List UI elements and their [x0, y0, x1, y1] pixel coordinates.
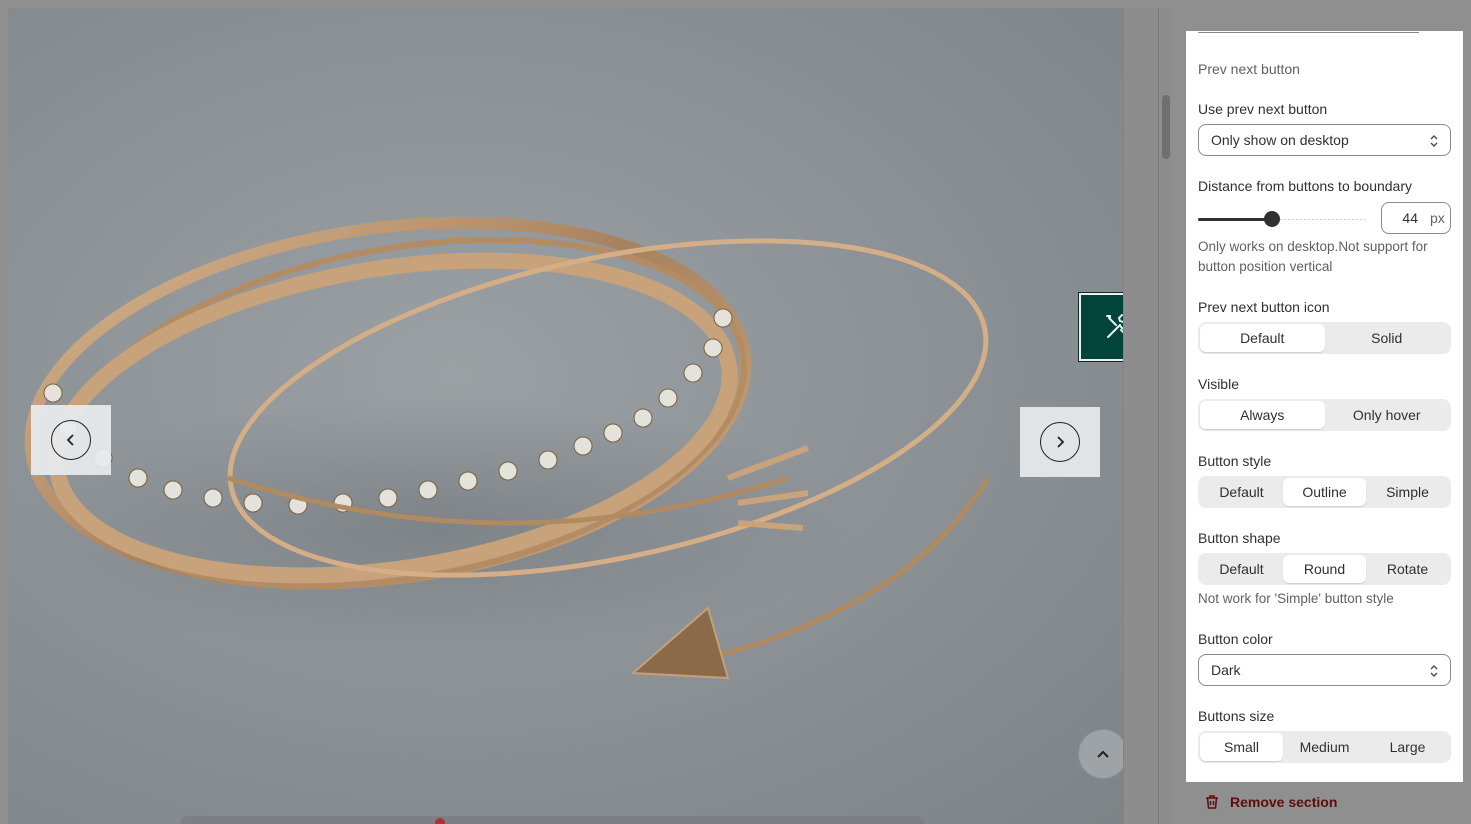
select-caret-icon	[1430, 665, 1438, 677]
section-heading: Prev next button	[1198, 61, 1300, 77]
style-option-outline[interactable]: Outline	[1283, 478, 1366, 506]
color-select[interactable]: Dark	[1198, 654, 1451, 686]
record-indicator	[435, 818, 445, 824]
use-prev-next-label: Use prev next button	[1198, 101, 1328, 117]
bracelet-product-image	[18, 216, 991, 680]
visible-label: Visible	[1198, 376, 1239, 392]
bottom-toolbar	[180, 816, 925, 824]
style-segmented-control: Default Outline Simple	[1198, 476, 1451, 508]
prev-slide-button[interactable]	[31, 405, 111, 475]
distance-hint: Only works on desktop.Not support for bu…	[1198, 239, 1428, 274]
shape-option-rotate[interactable]: Rotate	[1366, 555, 1449, 583]
shape-label: Button shape	[1198, 530, 1281, 546]
style-label: Button style	[1198, 453, 1272, 469]
preview-scrollbar[interactable]	[1123, 8, 1172, 824]
icon-option-default[interactable]: Default	[1200, 324, 1325, 352]
settings-panel: Prev next button Use prev next button On…	[1186, 31, 1463, 782]
chevron-right-icon	[1040, 422, 1080, 462]
color-value: Dark	[1211, 662, 1241, 678]
distance-unit: px	[1430, 210, 1445, 226]
divider	[1198, 32, 1419, 33]
size-option-large[interactable]: Large	[1366, 733, 1449, 761]
icon-segmented-control: Default Solid	[1198, 322, 1451, 354]
size-segmented-control: Small Medium Large	[1198, 731, 1451, 763]
size-option-medium[interactable]: Medium	[1283, 733, 1366, 761]
use-prev-next-value: Only show on desktop	[1211, 132, 1349, 148]
trash-icon	[1206, 795, 1218, 809]
select-caret-icon	[1430, 135, 1438, 147]
color-label: Button color	[1198, 631, 1273, 647]
shape-option-round[interactable]: Round	[1283, 555, 1366, 583]
image-slideshow-preview	[8, 8, 1123, 824]
size-option-small[interactable]: Small	[1200, 733, 1283, 761]
distance-slider[interactable]	[1198, 209, 1365, 229]
distance-label: Distance from buttons to boundary	[1198, 178, 1413, 194]
use-prev-next-select[interactable]: Only show on desktop	[1198, 124, 1451, 156]
icon-option-solid[interactable]: Solid	[1325, 324, 1450, 352]
visible-segmented-control: Always Only hover	[1198, 399, 1451, 431]
shape-segmented-control: Default Round Rotate	[1198, 553, 1451, 585]
size-label: Buttons size	[1198, 708, 1275, 724]
remove-section-label: Remove section	[1230, 794, 1338, 810]
slider-fill	[1198, 218, 1272, 221]
tools-button[interactable]	[1078, 292, 1123, 362]
chevron-left-icon	[51, 420, 91, 460]
slider-track	[1272, 219, 1365, 220]
shape-hint: Not work for 'Simple' button style	[1198, 591, 1394, 606]
panel-footer: Remove section	[1180, 782, 1471, 824]
shape-option-default[interactable]: Default	[1200, 555, 1283, 583]
tools-icon	[1106, 314, 1123, 338]
visible-option-always[interactable]: Always	[1200, 401, 1325, 429]
scrollbar-track	[1158, 8, 1159, 824]
style-option-simple[interactable]: Simple	[1366, 478, 1449, 506]
scroll-to-top-button[interactable]	[1078, 729, 1123, 779]
distance-input[interactable]: 44 px	[1381, 202, 1451, 234]
remove-section-button[interactable]: Remove section	[1204, 794, 1337, 810]
style-option-default[interactable]: Default	[1200, 478, 1283, 506]
slider-thumb[interactable]	[1264, 211, 1280, 227]
chevron-up-icon	[1097, 750, 1109, 758]
distance-value: 44	[1402, 210, 1418, 226]
scrollbar-thumb[interactable]	[1162, 95, 1170, 159]
next-slide-button[interactable]	[1020, 407, 1100, 477]
icon-label: Prev next button icon	[1198, 299, 1330, 315]
visible-option-only-hover[interactable]: Only hover	[1325, 401, 1450, 429]
